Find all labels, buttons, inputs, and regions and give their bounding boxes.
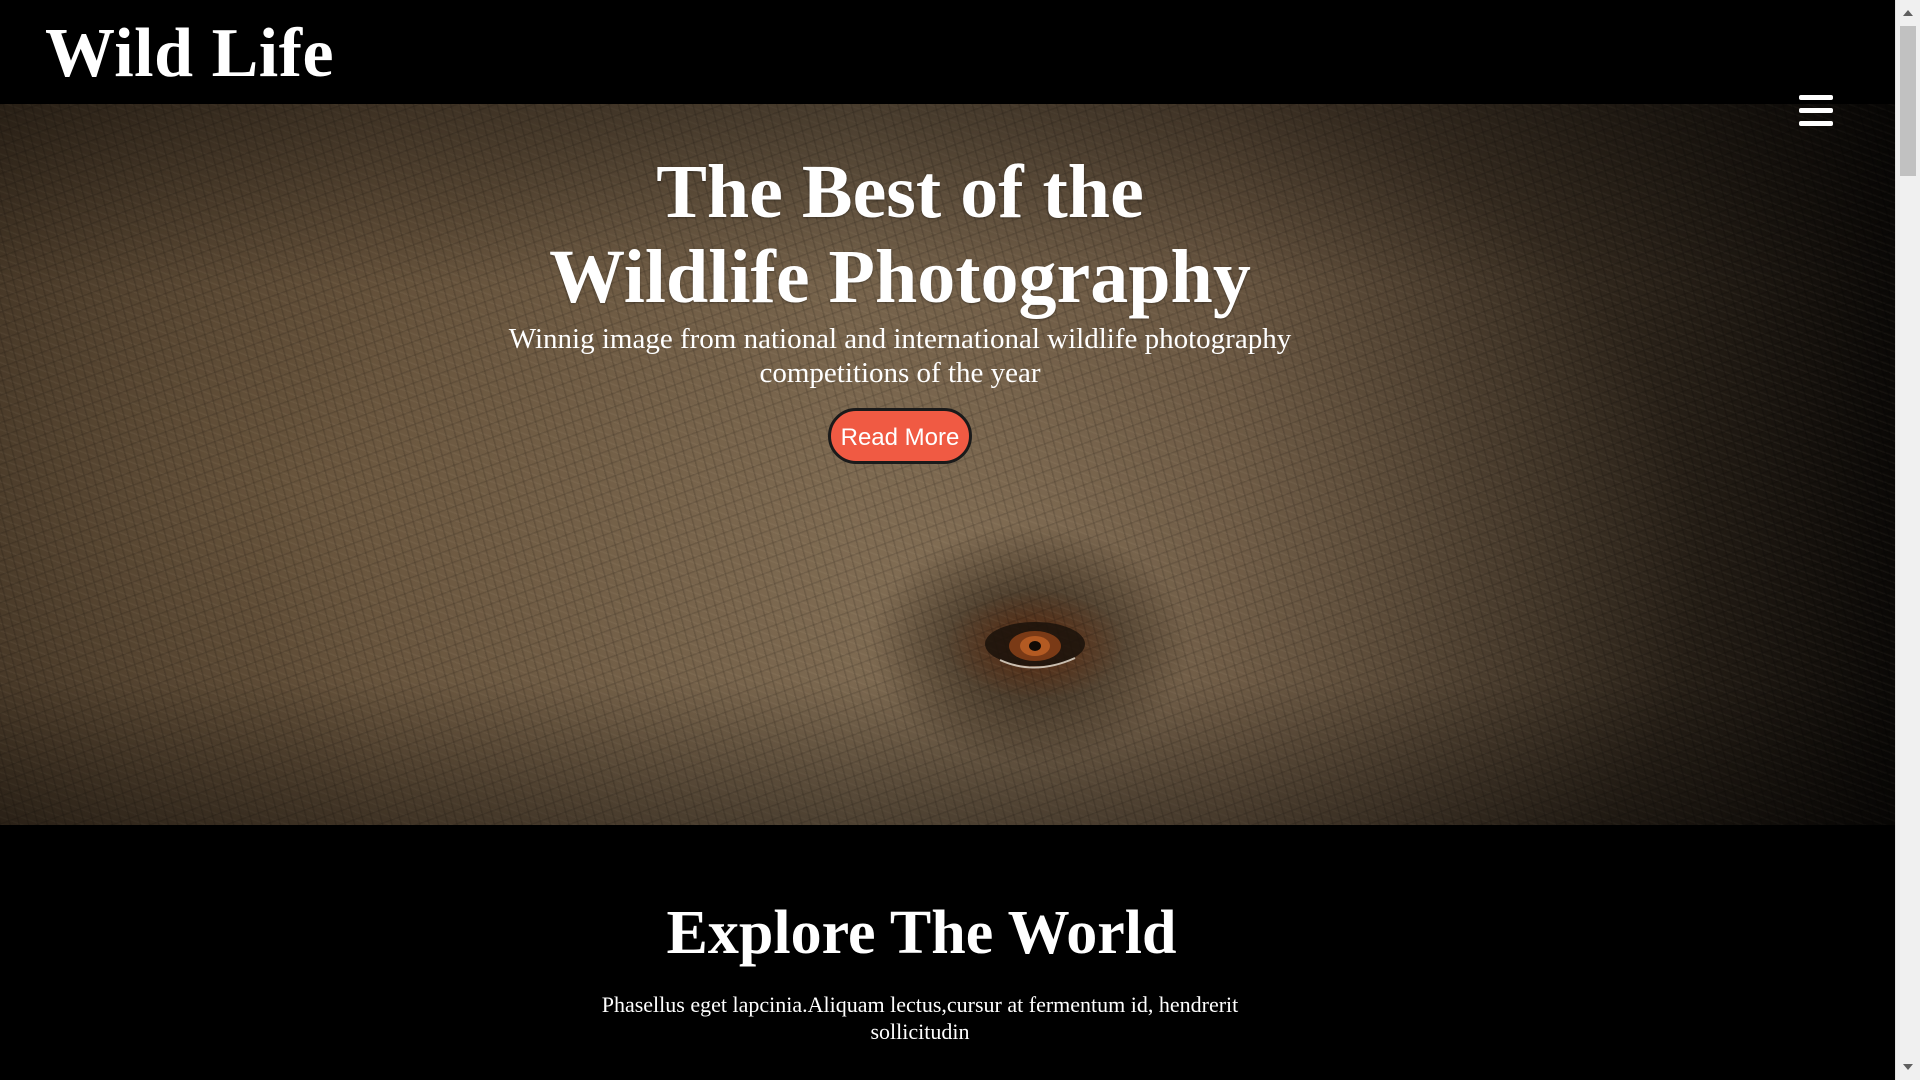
vertical-scrollbar[interactable]: [1895, 0, 1920, 1080]
site-logo[interactable]: Wild Life: [45, 14, 334, 94]
hamburger-menu-icon-bar: [1799, 121, 1833, 126]
hero-title: The Best of the Wildlife Photography: [549, 150, 1251, 319]
explore-text: Phasellus eget lapcinia.Aliquam lectus,c…: [601, 992, 1239, 1044]
site-header: Wild Life: [0, 0, 1895, 104]
hero-content: The Best of the Wildlife Photography Win…: [430, 150, 1370, 464]
hero-subtitle: Winnig image from national and internati…: [508, 323, 1292, 389]
scroll-thumb[interactable]: [1900, 26, 1916, 176]
scroll-down-arrow-icon[interactable]: [1903, 1064, 1913, 1070]
menu-button[interactable]: [1795, 94, 1839, 128]
scroll-up-arrow-icon[interactable]: [1903, 10, 1913, 16]
hamburger-menu-icon-bar: [1799, 108, 1833, 113]
explore-section: Explore The World Phasellus eget lapcini…: [0, 825, 1895, 1080]
read-more-button[interactable]: Read More: [827, 408, 973, 464]
hamburger-menu-icon: [1799, 95, 1833, 100]
explore-title: Explore The World: [666, 899, 1177, 967]
page: Wild Life The Best of the Wildlife Photo…: [0, 0, 1920, 1080]
